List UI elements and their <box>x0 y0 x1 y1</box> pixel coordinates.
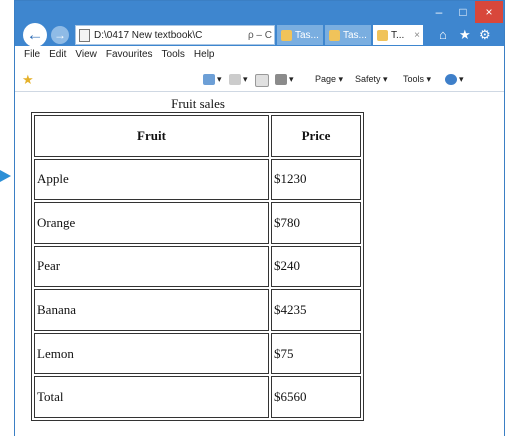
forward-button[interactable]: → <box>51 26 69 44</box>
mail-icon <box>255 74 269 87</box>
table-row: Banana $4235 <box>34 289 361 331</box>
tab-label: Tas... <box>295 29 319 41</box>
cell-price: $4235 <box>271 289 361 331</box>
menu-favourites[interactable]: Favourites <box>106 49 153 60</box>
help-menu[interactable]: ▾ <box>445 74 464 85</box>
tab-3-active[interactable]: T... × <box>373 25 423 45</box>
printer-icon <box>275 74 287 85</box>
address-bar[interactable]: D:\0417 New textbook\C ρ – C <box>75 25 275 45</box>
feeds-button[interactable]: ▾ <box>229 74 248 85</box>
cell-fruit: Orange <box>34 202 269 244</box>
tools-menu[interactable]: Tools ▾ <box>403 74 431 85</box>
cell-price: $1230 <box>271 158 361 201</box>
menu-bar: File Edit View Favourites Tools Help <box>15 46 504 62</box>
menu-view[interactable]: View <box>75 49 97 60</box>
menu-tools[interactable]: Tools <box>162 49 185 60</box>
title-bar: ← → D:\0417 New textbook\C ρ – C Tas... … <box>15 1 504 47</box>
favorites-bar-star-icon[interactable]: ★ <box>22 72 34 88</box>
table-caption: Fruit sales <box>171 96 225 111</box>
menu-edit[interactable]: Edit <box>49 49 66 60</box>
forward-arrow-icon: → <box>54 28 66 42</box>
feeds-icon <box>229 74 241 85</box>
page-icon <box>79 28 90 42</box>
tab-favicon <box>281 29 292 41</box>
page-content: Fruit sales Fruit Price Apple $1230 Oran… <box>15 92 504 436</box>
address-controls[interactable]: ρ – C <box>248 30 274 41</box>
tab-favicon <box>377 29 388 41</box>
cell-fruit: Pear <box>34 245 269 288</box>
back-button[interactable]: ← <box>23 23 47 47</box>
menu-help[interactable]: Help <box>194 49 215 60</box>
safety-menu[interactable]: Safety ▾ <box>355 74 388 85</box>
table-row: Orange $780 <box>34 202 361 244</box>
cell-fruit: Banana <box>34 289 269 331</box>
home-icon[interactable]: ⌂ <box>439 27 447 42</box>
header-fruit: Fruit <box>34 115 269 157</box>
tab-label: T... <box>391 29 405 41</box>
minimize-button[interactable]: – <box>427 1 451 23</box>
cell-total-value: $6560 <box>271 376 361 418</box>
fruit-sales-table: Fruit Price Apple $1230 Orange $780 Pear… <box>31 112 364 421</box>
cell-total-label: Total <box>34 376 269 418</box>
help-menu-arrow: ▾ <box>459 74 464 84</box>
cell-price: $240 <box>271 245 361 288</box>
back-arrow-icon: ← <box>26 25 44 44</box>
cell-fruit: Lemon <box>34 332 269 375</box>
table-row: Apple $1230 <box>34 158 361 201</box>
settings-gear-icon[interactable]: ⚙ <box>479 27 491 43</box>
cell-price: $780 <box>271 202 361 244</box>
help-icon <box>445 74 457 85</box>
cell-price: $75 <box>271 332 361 375</box>
tab-label: Tas... <box>343 29 367 41</box>
tab-close-icon[interactable]: × <box>414 30 423 41</box>
maximize-button[interactable]: □ <box>451 1 475 23</box>
menu-file[interactable]: File <box>24 49 40 60</box>
print-button[interactable]: ▾ <box>275 74 294 85</box>
tab-1[interactable]: Tas... <box>277 25 323 45</box>
table-total-row: Total $6560 <box>34 376 361 418</box>
browser-window: ← → D:\0417 New textbook\C ρ – C Tas... … <box>14 0 505 436</box>
close-button[interactable]: × <box>475 1 503 23</box>
header-price: Price <box>271 115 361 157</box>
table-row: Pear $240 <box>34 245 361 288</box>
read-mail-button[interactable] <box>255 74 271 87</box>
table-row: Lemon $75 <box>34 332 361 375</box>
tab-favicon <box>329 29 340 41</box>
home-icon <box>203 74 215 85</box>
favorites-star-icon[interactable]: ★ <box>459 27 471 43</box>
page-menu[interactable]: Page ▾ <box>315 74 343 85</box>
callout-arrow <box>0 170 11 182</box>
table-header-row: Fruit Price <box>34 115 361 157</box>
home-button[interactable]: ▾ <box>203 74 222 85</box>
address-text: D:\0417 New textbook\C <box>94 29 203 41</box>
tab-2[interactable]: Tas... <box>325 25 371 45</box>
cell-fruit: Apple <box>34 158 269 201</box>
command-bar: ★ ▾ ▾ ▾ Page ▾ Safety ▾ Tools ▾ ▾ <box>15 62 504 92</box>
